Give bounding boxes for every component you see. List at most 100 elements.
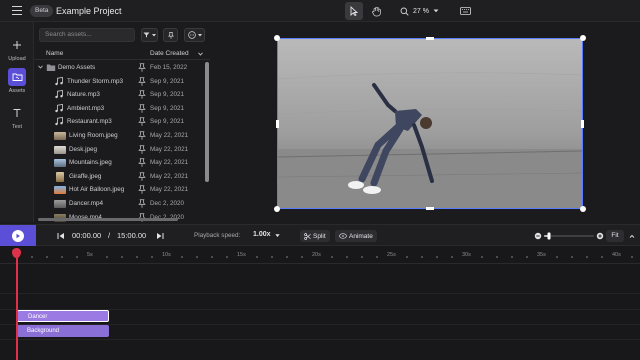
chevron-down-icon[interactable] (275, 234, 280, 238)
assets-panel: Search assets... Name Date Created Demo … (34, 22, 210, 222)
pin-icon[interactable] (138, 117, 146, 127)
ruler-tick-dot (361, 256, 363, 258)
pin-filter-button[interactable] (163, 28, 178, 42)
list-item[interactable]: Demo Assets Feb 15, 2022 (34, 61, 204, 75)
asset-date: Sep 9, 2021 (150, 118, 184, 126)
ruler-tick-dot (526, 256, 528, 258)
resize-handle-bottom-left[interactable] (274, 206, 280, 212)
playback-speed-value[interactable]: 1.00x (253, 231, 271, 238)
clip-background[interactable]: Background (17, 325, 109, 337)
pin-icon[interactable] (138, 144, 146, 154)
list-item[interactable]: Dancer.mp4 Dec 2, 2020 (34, 197, 204, 211)
resize-handle-top-right[interactable] (580, 35, 586, 41)
clip-dancer[interactable]: Dancer (17, 310, 109, 322)
search-icon (400, 7, 409, 16)
collapse-timeline-icon[interactable] (628, 232, 636, 240)
column-date-created[interactable]: Date Created (150, 50, 189, 57)
pin-icon[interactable] (138, 63, 146, 72)
menu-icon[interactable] (12, 6, 22, 15)
pin-icon[interactable] (138, 103, 146, 113)
asset-date: May 22, 2021 (150, 172, 189, 180)
ruler-tick-dot (301, 256, 303, 258)
resize-handle-left[interactable] (276, 120, 279, 128)
list-item[interactable]: Restaurant.mp3 Sep 9, 2021 (34, 115, 204, 129)
more-options-button[interactable] (184, 28, 205, 42)
filter-button[interactable] (141, 28, 158, 42)
pin-icon[interactable] (138, 90, 146, 99)
list-item[interactable]: Hot Air Balloon.jpeg May 22, 2021 (34, 183, 204, 197)
ruler-tick-dot (106, 256, 108, 258)
rail-item-assets[interactable]: Assets (0, 68, 34, 94)
asset-name: Hot Air Balloon.jpeg (69, 186, 125, 194)
rail-item-text[interactable]: Text (0, 104, 34, 130)
pin-icon[interactable] (138, 131, 146, 140)
skip-forward-icon[interactable] (156, 232, 164, 240)
resize-handle-top[interactable] (426, 37, 434, 40)
rail-item-upload[interactable]: Upload (0, 36, 34, 62)
playback-speed-label: Playback speed: (194, 232, 241, 239)
track-divider (0, 293, 640, 294)
ruler-tick-dot (601, 256, 603, 258)
resize-handle-bottom[interactable] (426, 207, 434, 210)
preview-canvas[interactable] (210, 22, 640, 222)
ruler-tick-dot (31, 256, 33, 258)
video-frame[interactable] (277, 38, 583, 209)
timeline[interactable]: 5s 10s 15s 20s 25s 30s 35s 40s Dancer Backgroun… (0, 246, 640, 360)
chevron-down-icon[interactable] (38, 65, 43, 69)
asset-date: Dec 2, 2020 (150, 199, 184, 207)
list-item[interactable]: Giraffe.jpeg May 22, 2021 (34, 170, 204, 184)
assets-horizontal-scrollbar[interactable] (38, 218, 178, 221)
ruler-tick-dot (61, 256, 63, 258)
zoom-dropdown[interactable]: 27 % (396, 3, 448, 19)
scissors-icon (304, 232, 311, 240)
list-item[interactable]: Living Room.jpeg May 22, 2021 (34, 129, 204, 143)
chevron-down-icon (152, 33, 156, 36)
split-button[interactable]: Split (300, 230, 330, 242)
search-input[interactable]: Search assets... (39, 28, 135, 42)
resize-handle-bottom-right[interactable] (580, 206, 586, 212)
pin-icon[interactable] (138, 185, 146, 195)
dancer-video-preview (278, 39, 582, 208)
play-button[interactable] (0, 225, 36, 247)
pin-icon[interactable] (138, 76, 146, 86)
ruler-tick-dot (121, 256, 123, 258)
asset-name: Living Room.jpeg (69, 131, 118, 139)
pan-tool-button[interactable] (367, 2, 385, 20)
project-title[interactable]: Example Project (56, 5, 122, 17)
ruler-tick-dot (331, 256, 333, 258)
pin-icon[interactable] (138, 171, 146, 181)
assets-vertical-scrollbar[interactable] (205, 62, 209, 182)
ruler-tick-dot (226, 256, 228, 258)
skip-back-icon[interactable] (57, 232, 65, 240)
list-item[interactable]: Nature.mp3 Sep 9, 2021 (34, 88, 204, 102)
pin-icon[interactable] (138, 158, 146, 167)
ruler-tick-label: 15s (237, 252, 246, 258)
list-item[interactable]: Ambient.mp3 Sep 9, 2021 (34, 102, 204, 116)
timeline-ruler[interactable]: 5s 10s 15s 20s 25s 30s 35s 40s (0, 246, 640, 264)
rail-label-upload: Upload (8, 56, 26, 62)
animate-button[interactable]: Animate (335, 230, 377, 242)
list-item[interactable]: Mountains.jpeg May 22, 2021 (34, 156, 204, 170)
ruler-tick-dot (376, 256, 378, 258)
ruler-tick-dot (211, 256, 213, 258)
sort-chevron-icon[interactable] (198, 52, 203, 56)
asset-name: Giraffe.jpeg (69, 172, 102, 180)
column-name[interactable]: Name (46, 50, 63, 57)
cursor-icon (350, 6, 359, 16)
ruler-tick-dot (151, 256, 153, 258)
text-icon (8, 104, 26, 122)
select-tool-button[interactable] (345, 2, 363, 20)
keyboard-shortcuts-button[interactable] (456, 3, 474, 19)
asset-thumbnail (54, 131, 66, 140)
list-item[interactable]: Desk.jpeg May 22, 2021 (34, 143, 204, 157)
fit-button[interactable]: Fit (606, 230, 624, 242)
ruler-tick-dot (496, 256, 498, 258)
asset-date: Sep 9, 2021 (150, 91, 184, 99)
timeline-zoom-slider[interactable] (534, 232, 604, 240)
music-note-icon (55, 117, 63, 126)
pin-icon[interactable] (138, 199, 146, 208)
left-rail: Upload Assets Text (0, 22, 34, 222)
resize-handle-top-left[interactable] (274, 35, 280, 41)
list-item[interactable]: Thunder Storm.mp3 Sep 9, 2021 (34, 75, 204, 89)
resize-handle-right[interactable] (581, 120, 584, 128)
